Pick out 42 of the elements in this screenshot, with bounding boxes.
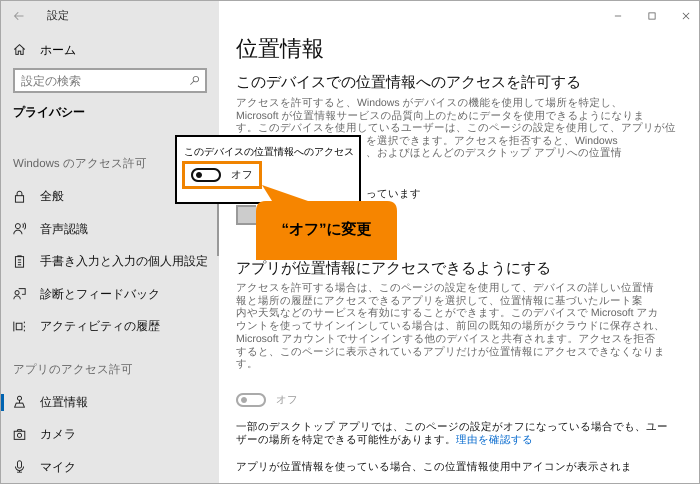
search-icon bbox=[189, 75, 200, 86]
window-title: 設定 bbox=[47, 8, 69, 24]
description-text: アクセスを許可する場合は、このページの設定を使用して、デバイスの詳しい位置情 報と場所の履歴にアクセスできるアプリを選択して、位置情報に基づいたルート案 内や天気などのサービスを有効にすることができます。このデバイスで Microsoft アカ ウントを使ってサインインしている場合は、前回の既知の場所がクラウドに保存され、 Microsoft アカウントでサインインする他のデバイスと共有されます。アクセスを拒否 すると、このページに表示されているアプリだけが位置情報にアクセスできなくなりま す。 bbox=[236, 282, 666, 371]
note-text: 一部のデスクトップ アプリでは、このページの設定がオフになっている場合でも、ユー ザーの場所を特定できる可能性があります。理由を確認する bbox=[236, 420, 669, 447]
toggle-label: オフ bbox=[231, 168, 253, 182]
nav-item[interactable]: 診断とフィードバック bbox=[1, 278, 219, 310]
section-heading: Windows のアクセス許可 bbox=[12, 156, 148, 172]
microphone-icon bbox=[13, 460, 26, 474]
popup-label: このデバイスの位置情報へのアクセス bbox=[184, 146, 354, 159]
home-link[interactable]: ホーム bbox=[1, 35, 219, 64]
timeline-icon bbox=[13, 320, 26, 333]
close-icon bbox=[681, 11, 691, 21]
camera-icon bbox=[13, 428, 26, 441]
clipboard-icon bbox=[13, 254, 26, 268]
nav-item[interactable]: 全般 bbox=[1, 180, 219, 212]
scrollbar[interactable] bbox=[217, 201, 219, 256]
description-text: を選択できます。アクセスを拒否すると、Windows 、およびほとんどのデスクトップ アプリへの位置情 bbox=[366, 134, 622, 160]
nav-item[interactable]: 位置情報 bbox=[1, 386, 219, 418]
description-text: アクセスを許可すると、Windows がデバイスの機能を使用して場所を特定し、 Microsoft が位置情報サービスの品質向上のためにデータを使用できるようになりま す。このデバイスを使用しているユーザーは、このページの設定を使用して、アプリが位 bbox=[236, 97, 677, 134]
person-screen-icon bbox=[13, 287, 26, 300]
nav-item[interactable]: カメラ bbox=[1, 418, 219, 450]
person-waves-icon bbox=[13, 222, 26, 236]
section-heading: アプリが位置情報にアクセスできるようにする bbox=[236, 260, 552, 278]
status-text: っています bbox=[366, 188, 421, 200]
nav-item[interactable]: マイク bbox=[1, 450, 219, 483]
category-heading: プライバシー bbox=[12, 104, 86, 121]
back-arrow-icon bbox=[13, 10, 25, 22]
section-heading: このデバイスでの位置情報へのアクセスを許可する bbox=[236, 73, 582, 93]
lock-icon bbox=[13, 190, 26, 203]
search-field[interactable]: 設定の検索 bbox=[13, 68, 207, 93]
toggle-switch[interactable] bbox=[191, 168, 221, 182]
nav-item[interactable]: 音声認識 bbox=[1, 212, 219, 245]
page-title: 位置情報 bbox=[236, 35, 325, 63]
nav-item[interactable]: アクティビティの履歴 bbox=[1, 310, 219, 342]
note-text: アプリが位置情報を使っている場合、この位置情報使用中アイコンが表示されま bbox=[236, 460, 633, 474]
maximize-icon bbox=[647, 11, 657, 21]
reason-link[interactable]: 理由を確認する bbox=[456, 434, 533, 446]
toggle-label: オフ bbox=[276, 392, 298, 407]
home-icon bbox=[13, 43, 26, 56]
section-heading: アプリのアクセス許可 bbox=[12, 362, 134, 378]
nav-item[interactable]: 手書き入力と入力の個人用設定 bbox=[1, 245, 219, 278]
person-pin-icon bbox=[13, 395, 26, 408]
